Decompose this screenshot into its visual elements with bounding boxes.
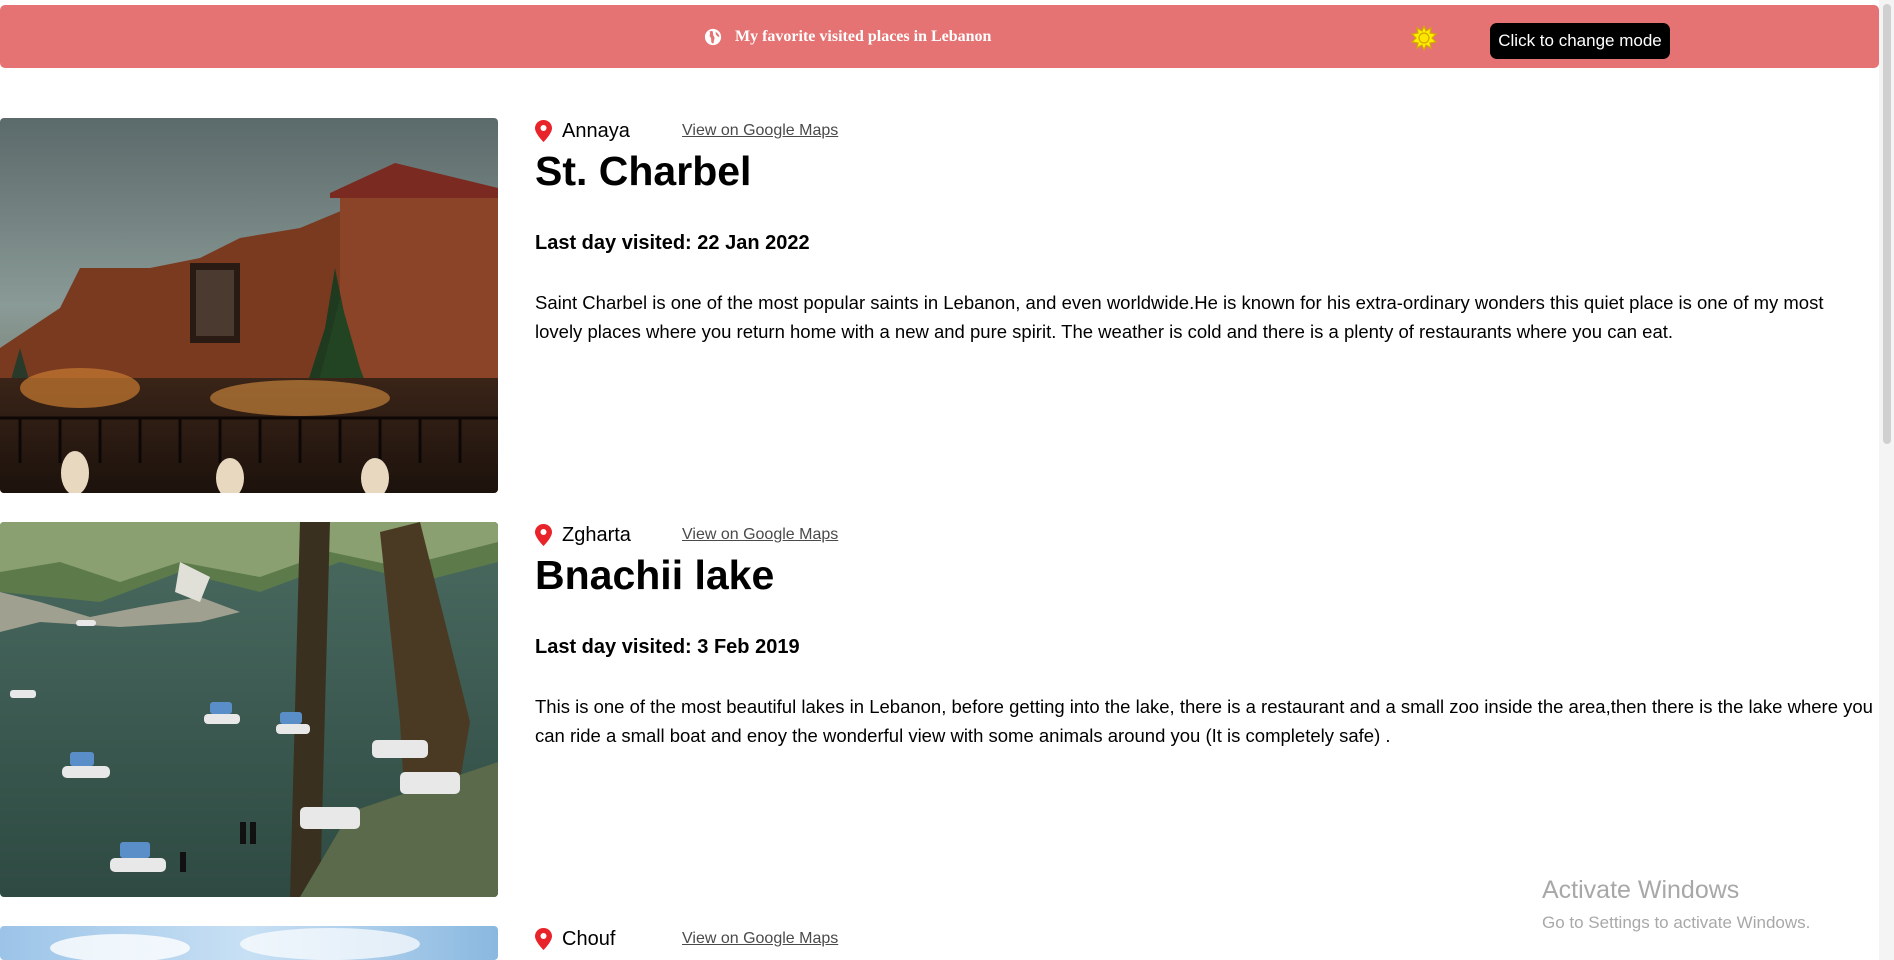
- place-image-bnachii-lake: [0, 522, 498, 897]
- page: My favorite visited places in Lebanon Cl…: [0, 0, 1894, 960]
- last-visited-date: Last day visited: 3 Feb 2019: [535, 636, 800, 658]
- location-row: Chouf View on Google Maps: [535, 926, 838, 952]
- windows-activation-watermark: Activate Windows Go to Settings to activ…: [1542, 876, 1810, 933]
- map-pin-icon: [535, 120, 552, 142]
- place-location: Annaya: [562, 119, 630, 142]
- place-image-st-charbel: [0, 118, 498, 493]
- place-image-chouf: [0, 926, 498, 960]
- place-description: Saint Charbel is one of the most popular…: [535, 292, 1824, 342]
- google-maps-link[interactable]: View on Google Maps: [682, 930, 838, 948]
- last-visited-date: Last day visited: 22 Jan 2022: [535, 232, 810, 254]
- location-row: Zgharta View on Google Maps: [535, 522, 838, 548]
- map-pin-icon: [535, 524, 552, 546]
- place-title: St. Charbel: [535, 148, 752, 194]
- google-maps-link[interactable]: View on Google Maps: [682, 526, 838, 544]
- place-description: This is one of the most beautiful lakes …: [535, 696, 1873, 746]
- header-bar: My favorite visited places in Lebanon Cl…: [0, 5, 1879, 68]
- watermark-subtitle: Go to Settings to activate Windows.: [1542, 913, 1811, 932]
- watermark-title: Activate Windows: [1542, 876, 1740, 904]
- scrollbar-thumb[interactable]: [1883, 4, 1891, 444]
- place-location: Chouf: [562, 927, 616, 950]
- globe-icon: [704, 28, 722, 45]
- sun-icon[interactable]: [1411, 25, 1437, 51]
- place-title: Bnachii lake: [535, 552, 775, 598]
- change-mode-button[interactable]: Click to change mode: [1490, 23, 1670, 59]
- google-maps-link[interactable]: View on Google Maps: [682, 122, 838, 140]
- header-title-group: My favorite visited places in Lebanon: [704, 5, 991, 68]
- place-location: Zgharta: [562, 523, 631, 546]
- map-pin-icon: [535, 928, 552, 950]
- location-row: Annaya View on Google Maps: [535, 118, 838, 144]
- page-title: My favorite visited places in Lebanon: [735, 27, 992, 45]
